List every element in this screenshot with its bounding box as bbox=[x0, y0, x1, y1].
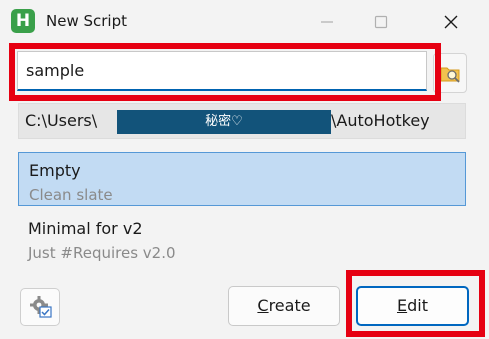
template-item-minimal-v2[interactable]: Minimal for v2 Just #Requires v2.0 bbox=[18, 211, 466, 265]
template-name: Empty bbox=[29, 161, 81, 180]
template-description: Clean slate bbox=[29, 186, 113, 204]
create-label-rest: reate bbox=[268, 296, 311, 315]
template-item-empty[interactable]: Empty Clean slate bbox=[18, 152, 466, 206]
template-name: Minimal for v2 bbox=[28, 219, 143, 238]
path-suffix: \AutoHotkey bbox=[331, 111, 430, 130]
maximize-button[interactable] bbox=[358, 0, 404, 44]
create-button[interactable]: Create bbox=[228, 286, 340, 326]
template-description: Just #Requires v2.0 bbox=[28, 244, 176, 262]
template-settings-button[interactable] bbox=[20, 288, 60, 326]
browse-folder-button[interactable] bbox=[433, 53, 467, 93]
close-button[interactable] bbox=[428, 0, 474, 44]
create-mnemonic: C bbox=[257, 296, 269, 315]
minimize-button[interactable] bbox=[304, 0, 350, 44]
minimize-icon bbox=[321, 21, 333, 23]
gear-checkbox-icon bbox=[30, 296, 52, 318]
folder-search-icon bbox=[440, 67, 460, 83]
edit-label-rest: dit bbox=[407, 296, 428, 315]
path-redacted-username: 秘密♡ bbox=[117, 110, 331, 134]
title-bar: H New Script bbox=[0, 0, 489, 44]
path-prefix: C:\Users\ bbox=[25, 111, 98, 130]
edit-mnemonic: E bbox=[397, 296, 408, 315]
window-title: New Script bbox=[46, 12, 127, 30]
autohotkey-app-icon: H bbox=[11, 9, 35, 33]
template-list[interactable]: Empty Clean slate Minimal for v2 Just #R… bbox=[18, 152, 466, 272]
script-location-path: C:\Users\ 秘密♡ \AutoHotkey bbox=[18, 103, 466, 139]
script-name-input[interactable] bbox=[17, 51, 427, 91]
close-icon bbox=[444, 15, 458, 29]
maximize-icon bbox=[374, 15, 388, 29]
edit-button[interactable]: Edit bbox=[356, 286, 469, 326]
